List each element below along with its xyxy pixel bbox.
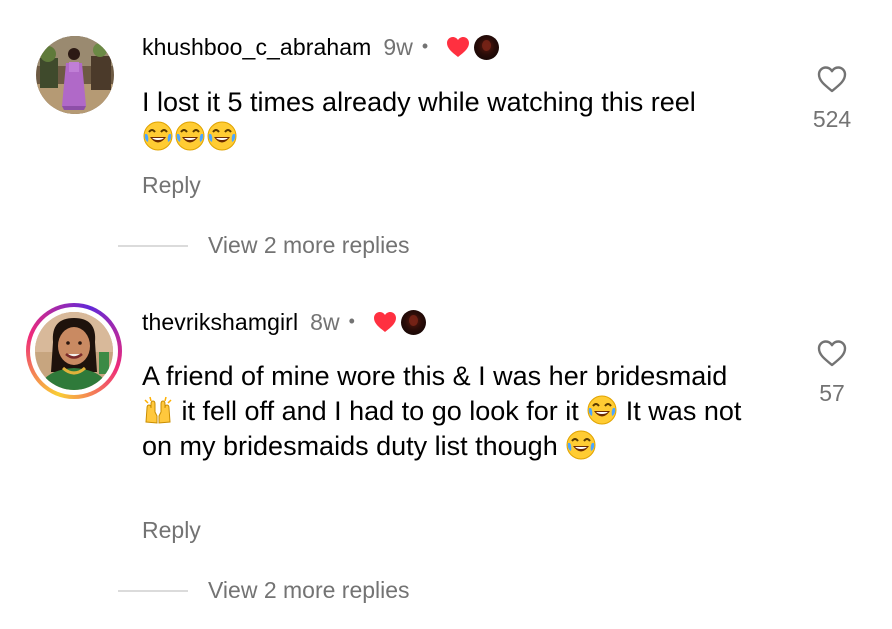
reply-button[interactable]: Reply bbox=[142, 517, 201, 544]
view-more-replies-label: View 2 more replies bbox=[208, 232, 410, 258]
comment-text: I lost it 5 times already while watching… bbox=[142, 85, 782, 155]
heart-icon bbox=[373, 312, 396, 332]
username[interactable]: thevrikshamgirl bbox=[142, 309, 298, 336]
like-button[interactable]: 57 bbox=[797, 338, 867, 407]
view-more-replies[interactable]: View 2 more replies bbox=[118, 232, 410, 259]
heart-outline-icon bbox=[817, 340, 847, 367]
avatar bbox=[35, 312, 113, 390]
joy-emoji bbox=[143, 121, 173, 151]
thread-divider bbox=[118, 589, 188, 592]
story-ring[interactable] bbox=[26, 303, 122, 399]
avatar-photo bbox=[35, 312, 113, 390]
view-more-replies-label: View 2 more replies bbox=[208, 577, 410, 603]
comment-item: khushboo_c_abraham 9w • I lost it 5 time… bbox=[0, 0, 892, 290]
joy-emoji bbox=[175, 121, 205, 151]
reply-button[interactable]: Reply bbox=[142, 172, 201, 199]
joy-emoji bbox=[566, 430, 596, 460]
comment-item: thevrikshamgirl 8w • A friend of mine wo… bbox=[0, 290, 892, 629]
heart-outline-icon bbox=[817, 66, 847, 93]
heart-icon bbox=[447, 37, 470, 57]
avatar[interactable] bbox=[36, 36, 114, 114]
separator-dot: • bbox=[421, 35, 429, 56]
timestamp: 8w bbox=[310, 308, 340, 335]
comment-text-part: A friend of mine wore this & I was her b… bbox=[142, 361, 728, 391]
raised-hands-emoji bbox=[144, 396, 172, 424]
thread-divider bbox=[118, 244, 188, 247]
like-count: 57 bbox=[819, 380, 845, 406]
creator-avatar bbox=[400, 309, 426, 335]
username[interactable]: khushboo_c_abraham bbox=[142, 34, 371, 61]
comment-text-part: it fell off and I had to go look for it bbox=[181, 396, 579, 426]
avatar-photo bbox=[36, 36, 114, 114]
comment-header: thevrikshamgirl 8w • bbox=[142, 307, 426, 337]
like-button[interactable]: 524 bbox=[797, 64, 867, 133]
comment-text-part: I lost it 5 times already while watching… bbox=[142, 87, 696, 117]
joy-emoji bbox=[207, 121, 237, 151]
view-more-replies[interactable]: View 2 more replies bbox=[118, 577, 410, 604]
timestamp: 9w bbox=[383, 33, 413, 60]
creator-avatar bbox=[474, 34, 500, 60]
separator-dot: • bbox=[348, 310, 355, 331]
like-count: 524 bbox=[812, 106, 852, 132]
joy-emoji bbox=[587, 395, 617, 425]
comment-text: A friend of mine wore this & I was her b… bbox=[142, 359, 742, 464]
comment-header: khushboo_c_abraham 9w • bbox=[142, 32, 500, 62]
